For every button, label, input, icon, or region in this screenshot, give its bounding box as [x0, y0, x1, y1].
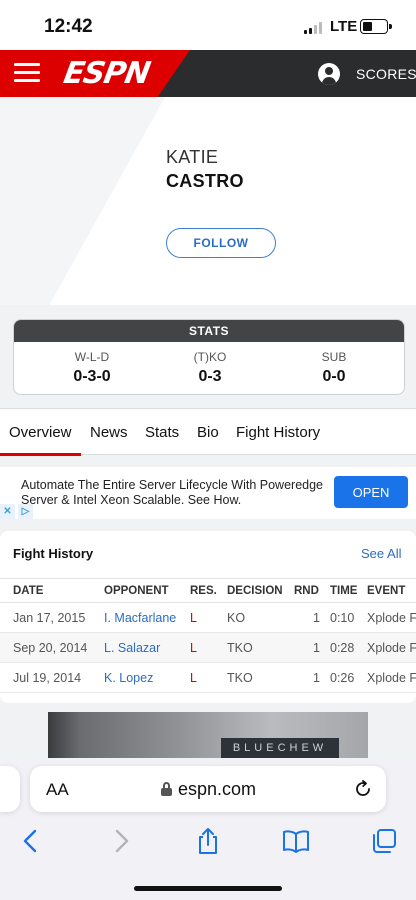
fight-time: 0:10	[330, 611, 355, 625]
bookmarks-icon[interactable]	[281, 826, 311, 856]
stat-sub: SUB 0-0	[269, 350, 399, 386]
fight-event: Xplode F	[367, 641, 416, 655]
table-row: Sep 20, 2014 L. Salazar L TKO 1 0:28 Xpl…	[0, 633, 416, 663]
espn-logo[interactable]: ESPN	[61, 56, 152, 91]
fight-decision: TKO	[227, 671, 253, 685]
fight-round: 1	[313, 611, 320, 625]
ad-text[interactable]: Automate The Entire Server Lifecycle Wit…	[21, 478, 331, 508]
stats-card: STATS W-L-D 0-3-0 (T)KO 0-3 SUB 0-0	[13, 319, 405, 395]
url-text[interactable]: espn.com	[178, 779, 256, 800]
status-bar: 12:42 LTE	[0, 0, 416, 50]
tab-stats[interactable]: Stats	[145, 424, 179, 441]
battery-icon	[360, 19, 392, 34]
adchoices-icon[interactable]: ✕ ▷	[0, 504, 34, 519]
opponent-link[interactable]: I. Macfarlane	[104, 611, 176, 625]
fight-decision: KO	[227, 611, 246, 625]
lock-icon	[161, 782, 172, 796]
stat-label: SUB	[321, 350, 347, 364]
fight-result: L	[190, 641, 197, 655]
network-type: LTE	[330, 18, 358, 35]
fighter-last-name: CASTRO	[166, 171, 244, 191]
column-header: DATE	[13, 585, 44, 597]
reader-settings-button[interactable]: AA	[46, 780, 69, 800]
column-header: OPPONENT	[104, 585, 169, 597]
opponent-link[interactable]: L. Salazar	[104, 641, 160, 655]
table-row: Jul 19, 2014 K. Lopez L TKO 1 0:26 Xplod…	[0, 663, 416, 693]
ad-info-icon[interactable]: ▷	[18, 504, 33, 519]
opponent-link[interactable]: K. Lopez	[104, 671, 153, 685]
fight-date: Jul 19, 2014	[13, 671, 82, 685]
stat-wld: W-L-D 0-3-0	[27, 350, 157, 386]
espn-header: ESPN SCORES	[0, 50, 416, 97]
table-row: Jan 17, 2015 I. Macfarlane L KO 1 0:10 X…	[0, 603, 416, 633]
scores-link[interactable]: SCORES	[356, 66, 416, 82]
tabs-icon[interactable]	[369, 826, 399, 856]
stats-title: STATS	[14, 320, 404, 342]
forward-icon[interactable]	[106, 826, 136, 856]
image-ad[interactable]: BLUECHEW	[48, 712, 368, 758]
home-indicator[interactable]	[134, 886, 282, 891]
cellular-signal-icon	[304, 22, 324, 34]
ad-close-icon[interactable]: ✕	[0, 504, 15, 519]
stat-value: 0-3	[198, 368, 222, 385]
stat-label: W-L-D	[74, 350, 110, 364]
text-ad[interactable]: Automate The Entire Server Lifecycle Wit…	[0, 467, 416, 519]
fight-round: 1	[313, 671, 320, 685]
column-header: EVENT	[367, 585, 406, 597]
address-bar[interactable]: AA espn.com	[30, 766, 386, 812]
share-icon[interactable]	[193, 826, 223, 856]
stat-value: 0-3-0	[73, 368, 111, 385]
column-header: DECISION	[227, 585, 283, 597]
tab-fight-history[interactable]: Fight History	[236, 424, 320, 441]
fight-time: 0:28	[330, 641, 355, 655]
fight-history-title: Fight History	[13, 546, 94, 561]
tab-overview[interactable]: Overview	[9, 424, 72, 441]
fight-decision: TKO	[227, 641, 253, 655]
follow-button[interactable]: FOLLOW	[166, 228, 276, 258]
tab-news[interactable]: News	[90, 424, 128, 441]
fight-result: L	[190, 611, 197, 625]
column-header: RES.	[190, 585, 217, 597]
ad-brand-label[interactable]: BLUECHEW	[221, 738, 339, 758]
fight-event: Xplode F	[367, 671, 416, 685]
browser-bottom-bar: AA espn.com	[0, 758, 416, 900]
fight-round: 1	[313, 641, 320, 655]
table-header: DATE OPPONENT RES. DECISION RND TIME EVE…	[0, 578, 416, 603]
column-header: RND	[294, 585, 319, 597]
fight-date: Jan 17, 2015	[13, 611, 86, 625]
menu-icon[interactable]	[14, 63, 40, 83]
stat-label: (T)KO	[193, 350, 227, 364]
previous-tab-preview[interactable]	[0, 766, 20, 812]
tab-bio[interactable]: Bio	[197, 424, 219, 441]
stat-value: 0-0	[322, 368, 346, 385]
column-header: TIME	[330, 585, 358, 597]
fighter-profile: KATIE CASTRO FOLLOW	[0, 97, 416, 305]
fight-event: Xplode F	[367, 611, 416, 625]
section-tabs: Overview News Stats Bio Fight History	[0, 408, 416, 456]
clock: 12:42	[44, 16, 93, 37]
active-tab-indicator	[0, 453, 81, 456]
back-icon[interactable]	[16, 826, 46, 856]
reload-icon[interactable]	[352, 778, 374, 800]
ad-open-button[interactable]: OPEN	[334, 476, 408, 508]
see-all-link[interactable]: See All	[361, 546, 401, 561]
stat-tko: (T)KO 0-3	[145, 350, 275, 386]
fight-time: 0:26	[330, 671, 355, 685]
profile-background	[0, 97, 165, 305]
fighter-first-name: KATIE	[166, 147, 219, 167]
fight-date: Sep 20, 2014	[13, 641, 88, 655]
user-account-icon[interactable]	[318, 63, 340, 85]
fight-result: L	[190, 671, 197, 685]
fight-history-card: Fight History See All DATE OPPONENT RES.…	[0, 531, 416, 703]
